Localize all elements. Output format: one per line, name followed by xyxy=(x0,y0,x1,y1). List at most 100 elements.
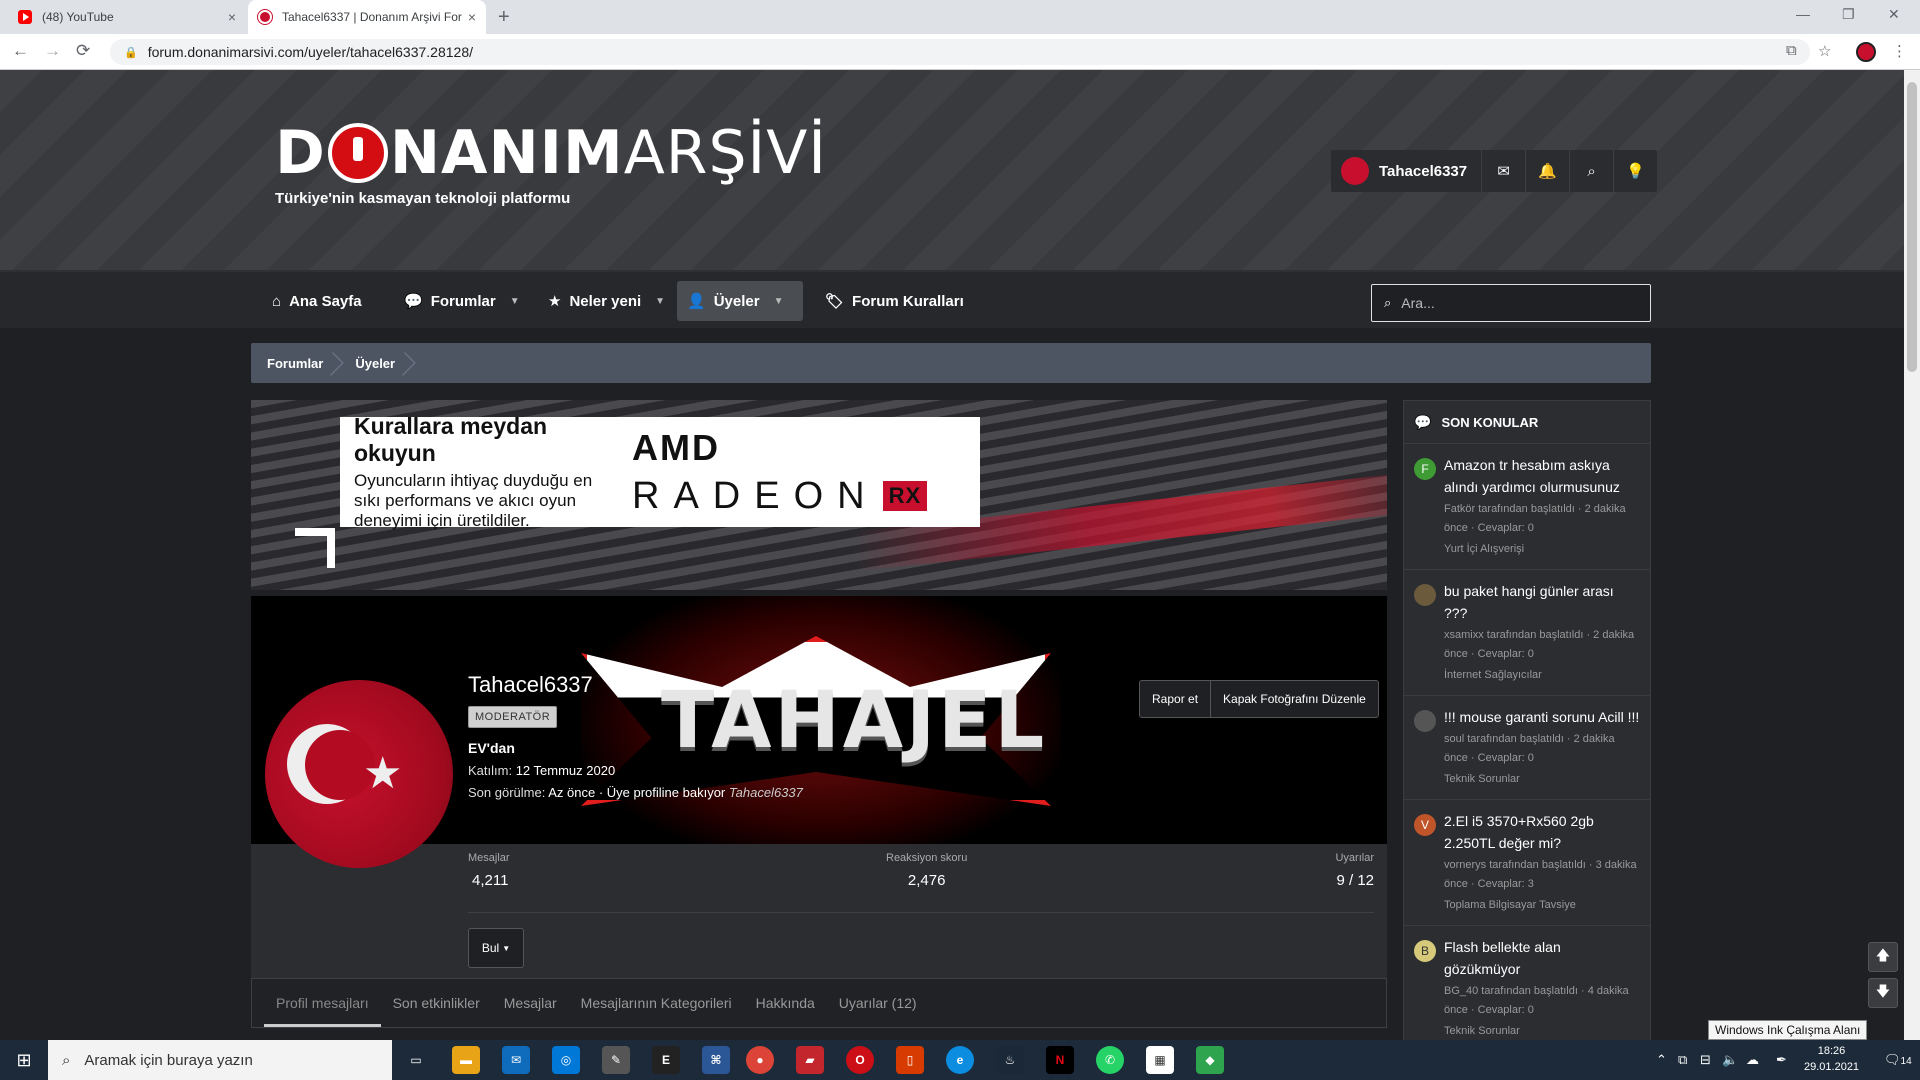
scroll-bottom-button[interactable]: 🡇 xyxy=(1868,978,1898,1008)
thread-title[interactable]: Amazon tr hesabım askıya alındı yardımcı… xyxy=(1444,454,1640,498)
taskbar-clock[interactable]: 18:26 29.01.2021 xyxy=(1804,1043,1859,1075)
app-icon-red[interactable]: ▰ xyxy=(796,1046,824,1074)
thread-title[interactable]: Flash bellekte alan gözükmüyor xyxy=(1444,936,1640,980)
amd-ad-banner[interactable]: Kurallara meydan okuyun Oyuncuların ihti… xyxy=(251,400,1387,590)
notification-center-icon[interactable]: 🗨14 xyxy=(1884,1052,1912,1068)
edge-icon[interactable]: e xyxy=(946,1046,974,1074)
open-external-icon[interactable]: ⧉ xyxy=(1786,42,1797,59)
find-dropdown-button[interactable]: Bul ▼ xyxy=(468,928,524,968)
thread-avatar[interactable]: V xyxy=(1414,814,1436,836)
breadcrumb-members[interactable]: Üyeler xyxy=(339,343,411,383)
url-bar[interactable]: 🔒 forum.donanimarsivi.com/uyeler/tahacel… xyxy=(110,39,1810,65)
restore-button[interactable]: ❐ xyxy=(1842,6,1855,23)
thread-title[interactable]: 2.El i5 3570+Rx560 2gb 2.250TL değer mi? xyxy=(1444,810,1640,854)
epic-games-icon[interactable]: E xyxy=(652,1046,680,1074)
lightbulb-icon[interactable]: 💡 xyxy=(1613,150,1657,192)
thread-forum[interactable]: Toplama Bilgisayar Tavsiye xyxy=(1444,896,1640,915)
stat-value[interactable]: 4,211 xyxy=(468,872,510,889)
taskbar-search-input[interactable]: ⌕ Aramak için buraya yazın xyxy=(48,1040,392,1080)
thread-item[interactable]: V 2.El i5 3570+Rx560 2gb 2.250TL değer m… xyxy=(1404,799,1650,925)
nav-home[interactable]: ⌂ Ana Sayfa xyxy=(262,281,372,321)
thread-title[interactable]: !!! mouse garanti sorunu Acill !!! xyxy=(1444,706,1640,728)
thread-forum[interactable]: İnternet Sağlayıcılar xyxy=(1444,666,1640,685)
site-logo[interactable]: D NANIM ARŞİVİ Türkiye'nin kasmayan tekno… xyxy=(275,118,827,207)
profile-avatar[interactable]: ★ xyxy=(265,680,453,868)
thread-item[interactable]: F Amazon tr hesabım askıya alındı yardım… xyxy=(1404,443,1650,569)
thread-title[interactable]: bu paket hangi günler arası ??? xyxy=(1444,580,1640,624)
paint-icon[interactable]: ✎ xyxy=(602,1046,630,1074)
task-view-icon[interactable]: ▭ xyxy=(402,1046,430,1074)
office-icon[interactable]: ▯ xyxy=(896,1046,924,1074)
nav-forum-rules[interactable]: 🏷 Forum Kuralları xyxy=(815,281,974,321)
envelope-icon[interactable]: ✉ xyxy=(1481,150,1525,192)
edit-cover-button[interactable]: Kapak Fotoğrafını Düzenle xyxy=(1210,681,1378,717)
onedrive-icon[interactable]: ☁ xyxy=(1746,1052,1759,1068)
tab-latest-activity[interactable]: Son etkinlikler xyxy=(381,979,492,1027)
scrollbar-thumb[interactable] xyxy=(1907,82,1917,372)
tab-profile[interactable]: Tahacel6337 | Donanım Arşivi For × xyxy=(248,0,486,34)
nav-members[interactable]: 👤 Üyeler ▼ xyxy=(677,281,803,321)
seen-user-link[interactable]: Tahacel6337 xyxy=(729,785,803,800)
thread-forum[interactable]: Teknik Sorunlar xyxy=(1444,1022,1640,1040)
tab-warnings[interactable]: Uyarılar (12) xyxy=(827,979,929,1027)
tab-close-button[interactable]: × xyxy=(228,9,236,25)
user-name-link[interactable]: Tahacel6337 xyxy=(1379,163,1481,180)
camera-app-icon[interactable]: ◎ xyxy=(552,1046,580,1074)
tab-about[interactable]: Hakkında xyxy=(744,979,827,1027)
app-icon-green[interactable]: ◆ xyxy=(1196,1046,1224,1074)
tab-post-categories[interactable]: Mesajlarının Kategorileri xyxy=(569,979,744,1027)
bell-icon[interactable]: 🔔 xyxy=(1525,150,1569,192)
menu-kebab-icon[interactable]: ⋮ xyxy=(1892,42,1907,60)
vs-code-icon[interactable]: ⌘ xyxy=(702,1046,730,1074)
new-tab-button[interactable]: + xyxy=(498,6,510,29)
tab-profile-posts[interactable]: Profil mesajları xyxy=(264,979,381,1027)
scroll-top-button[interactable]: 🡅 xyxy=(1868,942,1898,972)
windows-ink-icon[interactable]: ✒ xyxy=(1776,1052,1787,1068)
close-window-button[interactable]: ✕ xyxy=(1888,6,1900,23)
thread-avatar[interactable]: B xyxy=(1414,940,1436,962)
thread-forum[interactable]: Teknik Sorunlar xyxy=(1444,770,1640,789)
tray-app-icon[interactable]: ⧉ xyxy=(1678,1052,1687,1068)
chrome-icon[interactable]: ● xyxy=(746,1046,774,1074)
thread-forum[interactable]: Yurt İçi Alışverişi xyxy=(1444,540,1640,559)
file-explorer-icon[interactable]: ▬ xyxy=(452,1046,480,1074)
tab-close-button[interactable]: × xyxy=(468,9,476,25)
browser-profile-avatar[interactable] xyxy=(1856,42,1876,62)
thread-item[interactable]: !!! mouse garanti sorunu Acill !!! soul … xyxy=(1404,695,1650,799)
volume-icon[interactable]: 🔈 xyxy=(1722,1052,1738,1068)
nav-forums[interactable]: 💬 Forumlar ▼ xyxy=(394,281,530,321)
netflix-icon[interactable]: N xyxy=(1046,1046,1074,1074)
site-search-input[interactable]: ⌕ Ara... xyxy=(1371,284,1651,322)
thread-avatar[interactable] xyxy=(1414,710,1436,732)
thread-item[interactable]: bu paket hangi günler arası ??? xsamixx … xyxy=(1404,569,1650,695)
page-scrollbar[interactable] xyxy=(1904,70,1920,1040)
mail-icon[interactable]: ✉ xyxy=(502,1046,530,1074)
search-icon[interactable]: ⌕ xyxy=(1569,150,1613,192)
user-avatar[interactable] xyxy=(1341,157,1369,185)
store-icon[interactable]: ▦ xyxy=(1146,1046,1174,1074)
report-button[interactable]: Rapor et xyxy=(1140,681,1210,717)
thread-item[interactable]: B Flash bellekte alan gözükmüyor BG_40 t… xyxy=(1404,925,1650,1040)
forward-icon[interactable]: → xyxy=(44,41,61,61)
tray-chevron-up-icon[interactable]: ⌃ xyxy=(1656,1052,1667,1068)
back-icon[interactable]: ← xyxy=(12,41,29,61)
stat-value[interactable]: 9 / 12 xyxy=(1335,872,1374,889)
network-icon[interactable]: ⊟ xyxy=(1700,1052,1711,1068)
caret-down-icon[interactable]: ▼ xyxy=(655,296,665,307)
caret-down-icon[interactable]: ▼ xyxy=(774,296,784,307)
tab-postings[interactable]: Mesajlar xyxy=(492,979,569,1027)
reload-icon[interactable]: ⟳ xyxy=(76,41,90,61)
thread-avatar[interactable] xyxy=(1414,584,1436,606)
tab-youtube[interactable]: (48) YouTube × xyxy=(8,0,246,34)
caret-down-icon[interactable]: ▼ xyxy=(510,296,520,307)
opera-icon[interactable]: O xyxy=(846,1046,874,1074)
steam-icon[interactable]: ♨ xyxy=(996,1046,1024,1074)
whatsapp-icon[interactable]: ✆ xyxy=(1096,1046,1124,1074)
windows-start-icon[interactable]: ⊞ xyxy=(0,1040,48,1080)
nav-whats-new[interactable]: ★ Neler yeni ▼ xyxy=(538,281,675,321)
bookmark-star-icon[interactable]: ☆ xyxy=(1818,42,1831,60)
thread-avatar[interactable]: F xyxy=(1414,458,1436,480)
minimize-button[interactable]: — xyxy=(1796,6,1810,22)
stat-value[interactable]: 2,476 xyxy=(886,872,967,889)
breadcrumb-forums[interactable]: Forumlar xyxy=(251,343,339,383)
